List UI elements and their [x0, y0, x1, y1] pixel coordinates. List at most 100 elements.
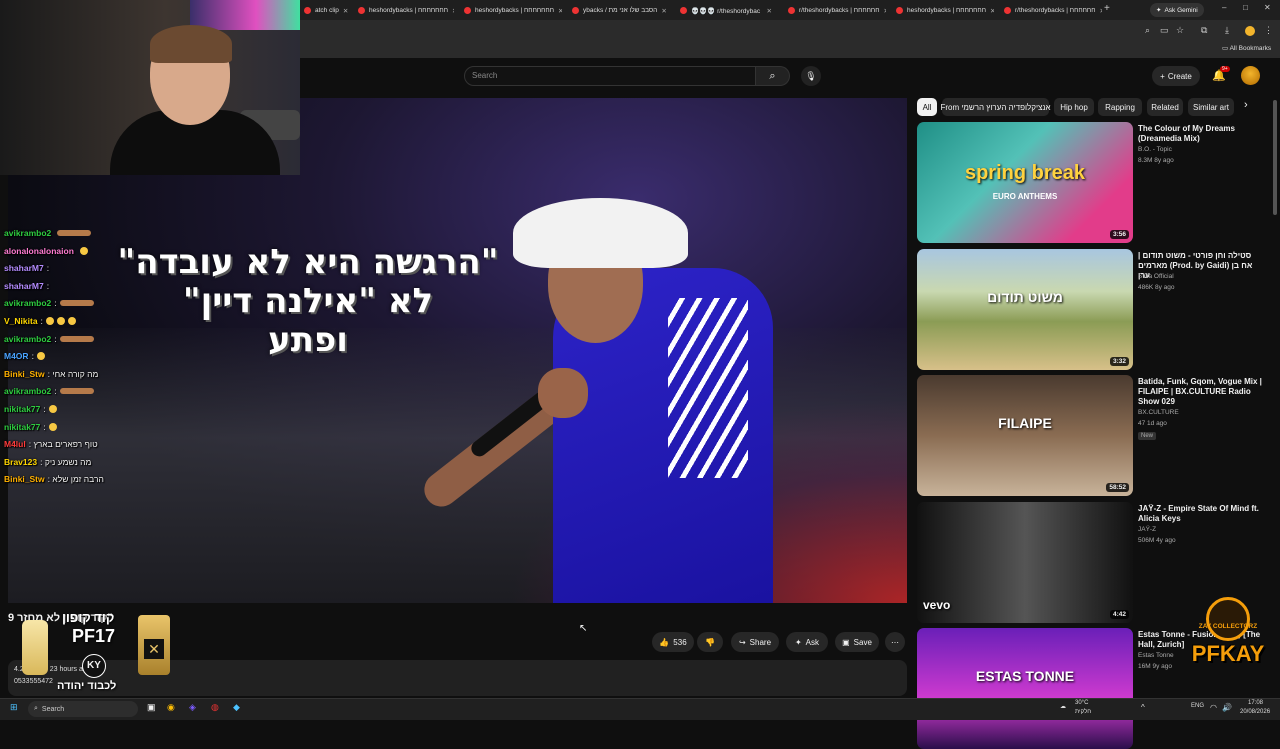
chat-message: M4lul: טוף רפארים בארץ	[4, 439, 98, 449]
browser-tab[interactable]: heshordybacks | חחחחחחח ✕	[890, 3, 994, 18]
filter-chip[interactable]: Rapping	[1098, 98, 1142, 116]
tab-close-icon[interactable]: ✕	[661, 7, 666, 15]
chat-username: avikrambo2	[4, 386, 52, 397]
tray-chevron-icon[interactable]: ^	[1141, 703, 1145, 712]
pfkay-logo-text: PFKAY	[1191, 641, 1265, 666]
browser-tab[interactable]: heshordybacks | חחחחחחח ✕	[458, 3, 562, 18]
emote-icon	[48, 422, 57, 431]
recommendation-thumbnail[interactable]: spring break EURO ANTHEMS 3:56	[917, 122, 1133, 243]
browser-tab[interactable]: r/theshordybacks | חחחחחח✕	[998, 3, 1102, 18]
share-button[interactable]: ↪ Share	[731, 632, 779, 652]
search-button[interactable]: ⌕	[756, 66, 790, 86]
tab-favicon-icon	[464, 7, 471, 14]
language-indicator[interactable]: ENG	[1191, 703, 1204, 709]
recommendation-channel[interactable]: Estas Tonne	[1138, 652, 1174, 659]
ask-button[interactable]: ✦ Ask	[786, 632, 828, 652]
tab-close-icon[interactable]: ✕	[558, 7, 562, 15]
thumbnail-text: vevo	[923, 598, 951, 612]
filter-chip[interactable]: Similar art	[1188, 98, 1234, 116]
obs-icon[interactable]: ◍	[211, 702, 219, 713]
browser-tab[interactable]: atch clip ✕	[298, 3, 348, 18]
recommendation-channel[interactable]: Stilla Official	[1138, 273, 1174, 280]
discord-icon[interactable]: ◈	[189, 702, 196, 713]
chat-username: Brav123	[4, 456, 38, 467]
browser-tab[interactable]: 💀💀💀 r/theshordybac ✕	[674, 3, 778, 18]
taskbar-search[interactable]: ⌕ Search	[28, 701, 138, 717]
recommendation-title[interactable]: JAŸ-Z - Empire State Of Mind ft. Alicia …	[1138, 504, 1263, 524]
task-view-icon[interactable]: ▣	[147, 702, 156, 713]
tab-favicon-icon	[304, 7, 311, 14]
coupon-overlay: קוד קופון PF17 ✕ KY לכבוד יהודה	[12, 610, 182, 698]
close-icon[interactable]: ✕	[1264, 3, 1271, 12]
app-icon[interactable]: ◆	[233, 702, 240, 713]
minimize-icon[interactable]: –	[1222, 3, 1226, 12]
new-tab-button[interactable]: +	[1104, 3, 1110, 14]
recommendation-channel[interactable]: JAŸ-Z	[1138, 526, 1156, 533]
tab-favicon-icon	[1004, 7, 1011, 14]
all-bookmarks-link[interactable]: ▭ All Bookmarks	[1222, 44, 1271, 52]
account-avatar[interactable]	[1241, 66, 1260, 85]
tab-close-icon[interactable]: ✕	[990, 7, 994, 15]
browser-tab[interactable]: r/theshordybacks | חחחחחח✕	[782, 3, 886, 18]
wifi-icon[interactable]: ◠	[1210, 703, 1217, 712]
chat-text: :	[43, 421, 46, 432]
browser-tab[interactable]: ybacks / הסבב שלו אני מת ✕	[566, 3, 670, 18]
filter-chip[interactable]: Hip hop	[1054, 98, 1094, 116]
tab-close-icon[interactable]: ✕	[452, 7, 454, 15]
chat-text: :	[40, 316, 43, 326]
save-button[interactable]: ▣ Save	[835, 632, 879, 652]
recommendation-channel[interactable]: BX.CULTURE	[1138, 409, 1179, 416]
volume-icon[interactable]: 🔊	[1222, 703, 1232, 712]
recommendation-channel[interactable]: B.O. - Topic	[1138, 146, 1172, 153]
scrollbar[interactable]	[1273, 100, 1277, 215]
recommendation-thumbnail[interactable]: FILAIPE 58:52	[917, 375, 1133, 496]
chat-username: V_Nikita	[4, 316, 38, 326]
filter-chip[interactable]: Related	[1147, 98, 1183, 116]
cast-icon[interactable]: ▭	[1160, 25, 1169, 36]
chat-message: nikitak77:	[4, 422, 57, 432]
tab-close-icon[interactable]: ✕	[767, 7, 772, 15]
chat-username: nikitak77	[4, 421, 41, 432]
chrome-icon[interactable]: ◉	[167, 702, 175, 713]
tab-close-icon[interactable]: ✕	[343, 7, 348, 15]
tab-favicon-icon	[572, 7, 579, 14]
menu-kebab-icon[interactable]: ⋮	[1264, 25, 1273, 36]
emote-icon	[59, 335, 94, 342]
recommendation-thumbnail[interactable]: vevo 4:42	[917, 502, 1133, 623]
tab-close-icon[interactable]: ✕	[883, 7, 886, 15]
recommendation-thumbnail[interactable]: משוט תודום 3:32	[917, 249, 1133, 370]
chat-username: avikrambo2	[4, 333, 52, 344]
recommendation-title[interactable]: Batida, Funk, Gqom, Vogue Mix | FILAIPE …	[1138, 377, 1263, 407]
bookmark-star-icon[interactable]: ☆	[1176, 25, 1184, 36]
chat-text: :	[54, 333, 57, 344]
dislike-button[interactable]: 👎	[697, 632, 723, 652]
emote-icon	[48, 405, 57, 413]
recommendation-thumbnail[interactable]: ESTAS TONNE	[917, 628, 1133, 749]
more-actions-button[interactable]: ⋯	[885, 632, 905, 652]
downloads-icon[interactable]: ⤓	[1225, 25, 1229, 36]
voice-search-button[interactable]: 🎙	[801, 66, 821, 86]
weather-icon[interactable]: ☁	[1060, 703, 1066, 710]
chat-message: Binki_Stw: הרבה זמן שלא	[4, 474, 104, 484]
recommendation-title[interactable]: The Colour of My Dreams (Dreamedia Mix)	[1138, 124, 1263, 144]
tab-close-icon[interactable]: ✕	[1099, 7, 1102, 15]
create-button[interactable]: + Create	[1152, 66, 1200, 86]
chevron-right-icon[interactable]: ›	[1244, 99, 1248, 111]
mic-icon: 🎙	[805, 71, 817, 81]
zoom-icon[interactable]: ⌕	[1145, 25, 1150, 36]
filter-chip[interactable]: All	[917, 98, 937, 116]
extensions-icon[interactable]: ⧉	[1201, 25, 1207, 36]
browser-tab[interactable]: heshordybacks | חחחחחחח ✕	[352, 3, 454, 18]
filter-chip[interactable]: From אנציקלופדיה הערוץ הרשמי	[940, 98, 1051, 116]
maximize-icon[interactable]: □	[1243, 3, 1248, 12]
brand-initials: KY	[82, 654, 106, 678]
tab-favicon-icon	[680, 7, 687, 14]
ask-gemini-button[interactable]: ✦ Ask Gemini	[1150, 3, 1204, 17]
emote-icon	[57, 230, 92, 236]
like-button[interactable]: 👍 536	[652, 632, 694, 652]
emote-icon	[67, 317, 76, 325]
profile-icon[interactable]	[1245, 26, 1255, 36]
search-input[interactable]: Search	[464, 66, 756, 86]
thumbnail-text: משוט תודום	[987, 289, 1063, 305]
windows-start-icon[interactable]: ⊞	[10, 702, 18, 713]
